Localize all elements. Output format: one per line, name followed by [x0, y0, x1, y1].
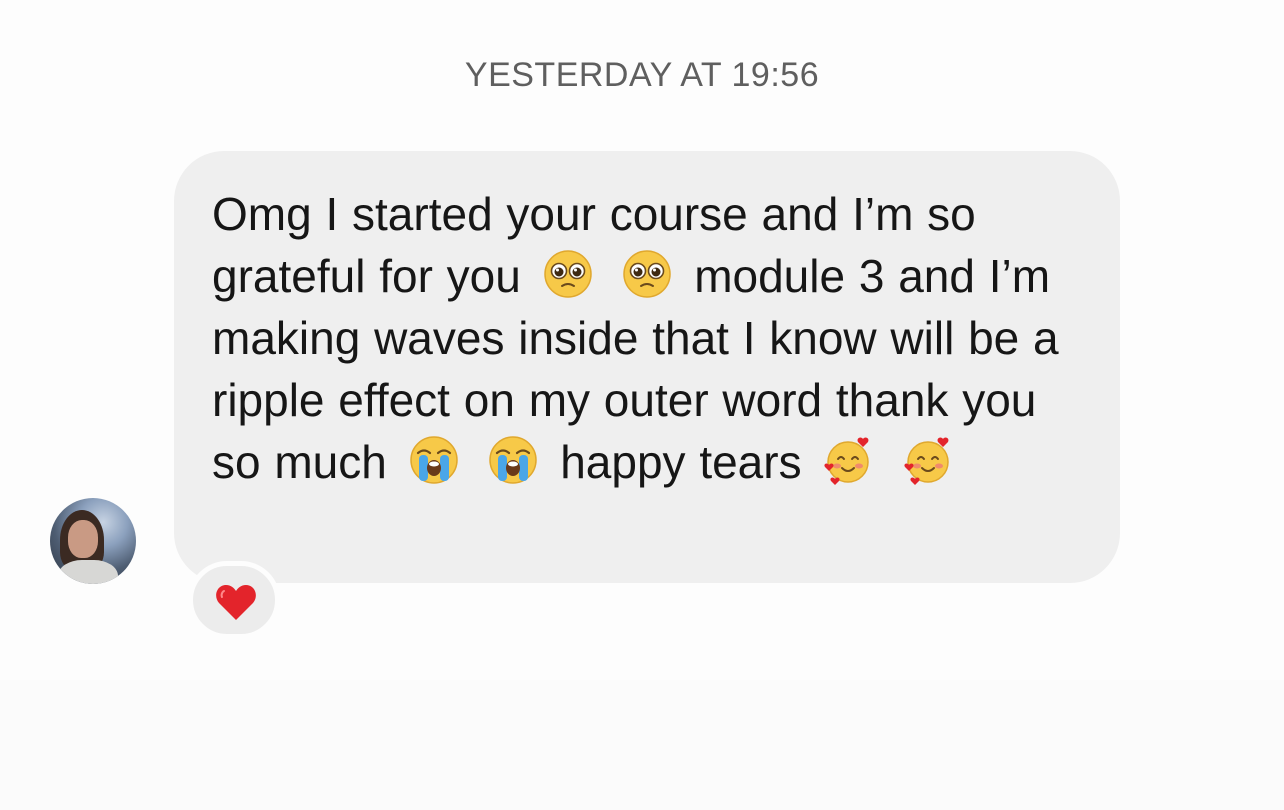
smiling-face-with-hearts-icon	[903, 435, 953, 485]
red-heart-icon	[216, 585, 256, 620]
avatar-face	[68, 520, 98, 558]
sender-avatar[interactable]	[50, 498, 136, 584]
message-text-part-3: happy tears	[560, 436, 802, 488]
message-text: Omg I started your course and I’m so gra…	[212, 183, 1084, 493]
composer-area	[0, 680, 1284, 810]
chat-screen: YESTERDAY AT 19:56 Omg I started your co…	[0, 0, 1284, 810]
heart-reaction[interactable]	[188, 561, 280, 639]
message-bubble[interactable]: Omg I started your course and I’m so gra…	[174, 151, 1120, 583]
message-timestamp: YESTERDAY AT 19:56	[464, 56, 820, 94]
pleading-face-icon	[543, 249, 593, 299]
avatar-shoulder	[58, 560, 118, 584]
pleading-face-icon	[622, 249, 672, 299]
loudly-crying-face-icon	[488, 435, 538, 485]
loudly-crying-face-icon	[409, 435, 459, 485]
smiling-face-with-hearts-icon	[823, 435, 873, 485]
